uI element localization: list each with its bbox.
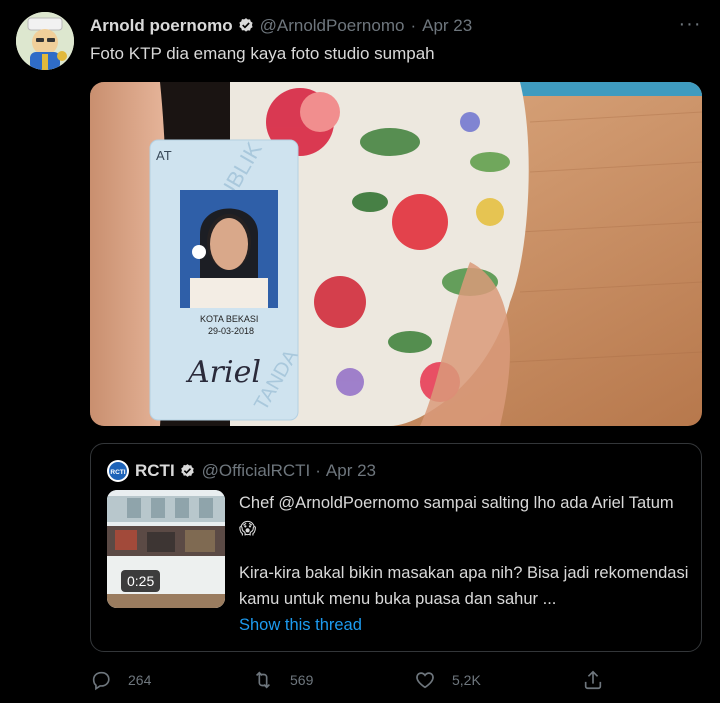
video-duration: 0:25 bbox=[121, 570, 161, 592]
reply-button[interactable]: 264 bbox=[90, 668, 151, 692]
retweet-button[interactable]: 569 bbox=[252, 668, 313, 692]
share-icon bbox=[584, 670, 602, 690]
retweet-icon bbox=[255, 671, 271, 689]
show-thread-link[interactable]: Show this thread bbox=[239, 616, 362, 635]
id-card-city: KOTA BEKASI bbox=[200, 314, 258, 324]
verified-badge-icon bbox=[180, 463, 194, 477]
more-icon[interactable]: ··· bbox=[676, 14, 704, 38]
id-card-partial-label: AT bbox=[156, 148, 172, 163]
quoted-tweet-date[interactable]: Apr 23 bbox=[326, 461, 376, 481]
tweet-actions: 264 569 5,2K bbox=[90, 668, 610, 692]
quoted-author-name[interactable]: RCTI bbox=[135, 461, 175, 481]
reply-icon bbox=[92, 671, 110, 691]
verified-badge-icon bbox=[239, 18, 253, 32]
id-card: REPUBLIK TANDA KOTA BEKASI 29-03-2018 Ar… bbox=[149, 137, 303, 421]
separator-dot: · bbox=[315, 461, 321, 480]
quoted-tweet-header: RCTI RCTI @OfficialRCTI · Apr 23 bbox=[107, 460, 376, 482]
tweet-date[interactable]: Apr 23 bbox=[422, 16, 472, 36]
rcti-logo-text: RCTI bbox=[110, 469, 125, 476]
retweet-count: 569 bbox=[290, 672, 314, 688]
avatar-illustration bbox=[16, 12, 74, 70]
photo-id-card-scene: REPUBLIK TANDA KOTA BEKASI 29-03-2018 Ar… bbox=[90, 82, 702, 426]
heart-icon bbox=[416, 672, 434, 689]
like-count: 5,2K bbox=[452, 672, 481, 688]
tweet-photo[interactable]: REPUBLIK TANDA KOTA BEKASI 29-03-2018 Ar… bbox=[90, 82, 702, 426]
like-button[interactable]: 5,2K bbox=[414, 668, 481, 692]
tweet-header: Arnold poernomo @ArnoldPoernomo · Apr 23 bbox=[90, 14, 472, 38]
quoted-author-handle[interactable]: @OfficialRCTI bbox=[202, 461, 311, 481]
quoted-video-thumbnail[interactable]: 0:25 bbox=[107, 490, 225, 608]
rcti-logo-icon: RCTI bbox=[107, 460, 129, 482]
separator-dot: · bbox=[410, 16, 417, 35]
reply-count: 264 bbox=[128, 672, 152, 688]
author-name[interactable]: Arnold poernomo bbox=[90, 16, 233, 36]
quoted-tweet-text: Chef @ArnoldPoernomo sampai salting lho … bbox=[239, 490, 689, 612]
id-card-signature: Ariel bbox=[185, 355, 261, 390]
author-avatar[interactable] bbox=[16, 12, 74, 70]
tweet[interactable]: Arnold poernomo @ArnoldPoernomo · Apr 23… bbox=[0, 0, 720, 703]
share-button[interactable] bbox=[582, 668, 604, 692]
tweet-text: Foto KTP dia emang kaya foto studio sump… bbox=[90, 44, 435, 63]
quoted-tweet[interactable]: RCTI RCTI @OfficialRCTI · Apr 23 0:25 Ch… bbox=[90, 443, 702, 652]
quoted-text-line: Kira-kira bakal bikin masakan apa nih? B… bbox=[239, 564, 689, 608]
author-handle[interactable]: @ArnoldPoernomo bbox=[260, 16, 405, 36]
quoted-text-line: Chef @ArnoldPoernomo sampai salting lho … bbox=[239, 494, 674, 538]
id-card-date: 29-03-2018 bbox=[208, 326, 254, 336]
